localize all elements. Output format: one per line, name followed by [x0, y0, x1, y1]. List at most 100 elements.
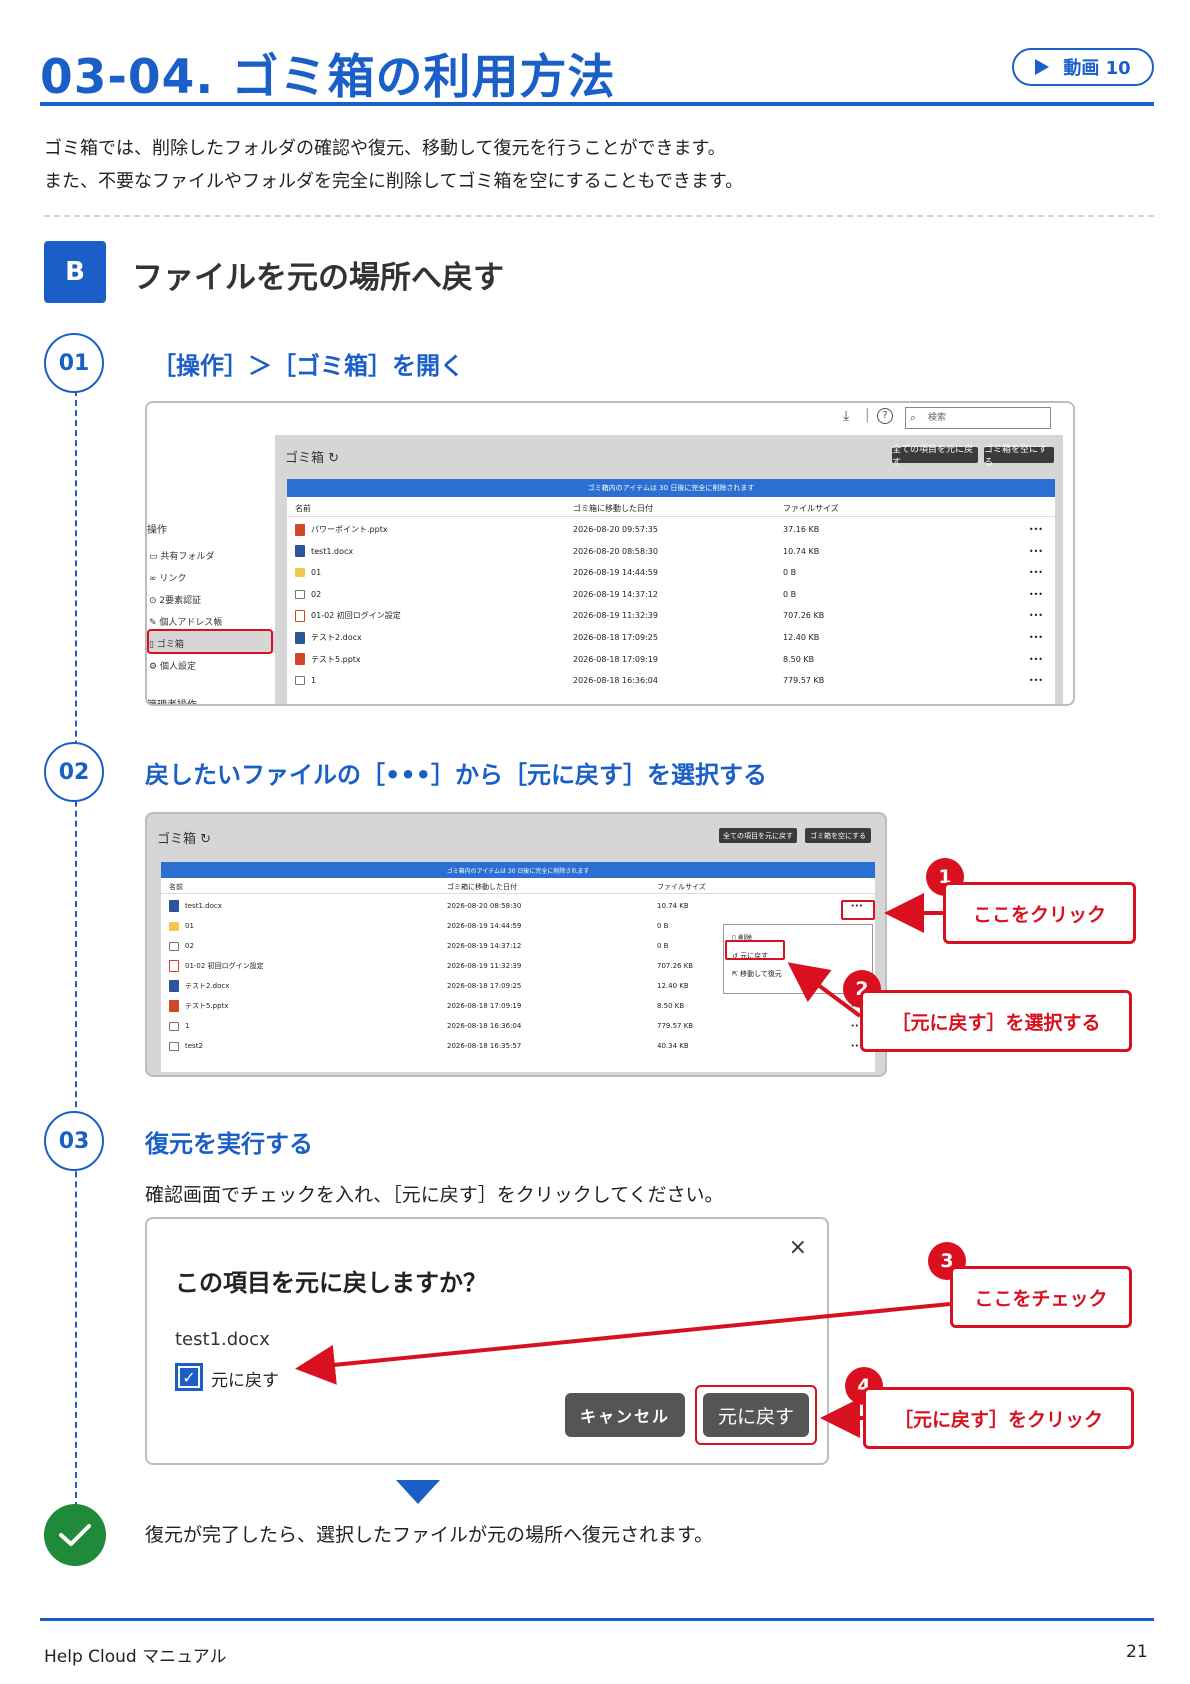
cancel-button[interactable]: キャンセル: [565, 1393, 685, 1437]
more-button[interactable]: •••: [1029, 605, 1043, 627]
file-name: 02: [169, 936, 194, 956]
word-icon: [169, 980, 179, 992]
file-size: 0 B: [783, 568, 797, 578]
help-icon[interactable]: ?: [877, 408, 893, 424]
sidebar-item-settings[interactable]: ⚙ 個人設定: [149, 659, 196, 672]
restore-all-button[interactable]: 全ての項目を元に戻す: [719, 828, 797, 843]
sidebar-item-shared-folder[interactable]: ▭ 共有フォルダ: [149, 549, 214, 562]
search-icon: ⌕: [910, 411, 917, 424]
table-row[interactable]: パワーポイント.pptx 2026-08-20 09:57:35 37.16 KB •…: [287, 519, 1055, 541]
empty-trash-button[interactable]: ゴミ箱を空にする: [805, 828, 871, 843]
ppt-icon: [295, 653, 305, 666]
file-name: テスト2.docx: [295, 627, 362, 649]
callout-2: ［元に戻す］を選択する: [860, 990, 1132, 1052]
more-button[interactable]: •••: [1029, 670, 1043, 692]
play-icon: [1035, 59, 1050, 75]
footer-title: Help Cloud マニュアル: [44, 1647, 227, 1667]
file-date: 2026-08-18 17:09:25: [447, 982, 522, 990]
file-size: 10.74 KB: [657, 902, 689, 910]
menu-item-move-restore[interactable]: ⇱ 移動して復元: [732, 969, 782, 979]
file-date: 2026-08-18 17:09:19: [573, 654, 658, 664]
more-button[interactable]: •••: [1029, 519, 1043, 541]
sidebar-heading: 操作: [147, 525, 167, 536]
file-date: 2026-08-20 09:57:35: [573, 525, 658, 534]
check-icon: [44, 1504, 106, 1566]
dialog-file-name: test1.docx: [175, 1329, 270, 1350]
table-row[interactable]: 02 2026-08-19 14:37:12 0 B •••: [287, 584, 1055, 606]
file-date: 2026-08-19 14:37:12: [447, 942, 522, 950]
highlight-restore-item: [725, 940, 785, 960]
trash-menu-screenshot: ゴミ箱 ↻ 全ての項目を元に戻す ゴミ箱を空にする ゴミ箱内のアイテムは 30 …: [145, 812, 887, 1077]
ppt-icon: [295, 523, 305, 536]
table-row[interactable]: 01 2026-08-19 14:44:59 0 B •••: [287, 562, 1055, 584]
step-03-title: 復元を実行する: [145, 1130, 313, 1158]
table-row[interactable]: test2 2026-08-18 16:35:57 40.34 KB •••: [161, 1036, 875, 1056]
highlight-more-button: [841, 900, 875, 920]
word-icon: [169, 900, 179, 912]
pdf-icon: [169, 960, 179, 972]
file-name: 01-02 初回ログイン設定: [295, 605, 401, 627]
file-date: 2026-08-20 08:58:30: [447, 902, 522, 910]
restore-all-button[interactable]: 全ての項目を元に戻す: [892, 445, 978, 468]
step-timeline: [75, 370, 77, 1508]
refresh-icon[interactable]: ↻: [328, 451, 339, 466]
toolbar-divider: |: [865, 407, 870, 423]
table-row[interactable]: 1 2026-08-18 16:36:04 779.57 KB •••: [287, 670, 1055, 692]
close-icon[interactable]: ×: [789, 1235, 807, 1260]
refresh-icon[interactable]: ↻: [200, 832, 211, 847]
link-icon: ∞: [149, 574, 157, 584]
table-row[interactable]: テスト2.docx 2026-08-18 17:09:25 12.40 KB •••: [287, 627, 1055, 649]
sidebar-item-2fa[interactable]: ⊙ 2要素認証: [149, 593, 201, 606]
table-row[interactable]: 01-02 初回ログイン設定 2026-08-19 11:32:39 707.26 …: [287, 605, 1055, 627]
callout-3: ここをチェック: [950, 1266, 1132, 1328]
empty-trash-button[interactable]: ゴミ箱を空にする: [984, 445, 1054, 468]
more-button[interactable]: •••: [1029, 627, 1043, 649]
step-01-number: 01: [44, 333, 104, 393]
word-icon: [295, 545, 305, 558]
file-size: 8.50 KB: [657, 1002, 685, 1010]
restore-checkbox[interactable]: ✓: [175, 1363, 203, 1391]
file-size: 10.74 KB: [783, 546, 820, 556]
title-rule: [40, 102, 1154, 106]
folder-icon: [169, 921, 179, 931]
table-row[interactable]: test1.docx 2026-08-20 08:58:30 10.74 KB •••: [161, 896, 875, 916]
file-date: 2026-08-18 16:36:04: [573, 676, 658, 686]
result-text: 復元が完了したら、選択したファイルが元の場所へ復元されます。: [145, 1524, 714, 1546]
page-number: 21: [1126, 1642, 1148, 1662]
download-icon[interactable]: ⤓: [843, 408, 849, 424]
section-badge: B: [44, 241, 106, 303]
table-row[interactable]: テスト5.pptx2026-08-18 17:09:198.50 KB•••: [161, 996, 875, 1016]
file-name: テスト5.pptx: [169, 996, 228, 1016]
file-date: 2026-08-20 08:58:30: [573, 546, 658, 556]
more-button[interactable]: •••: [1029, 649, 1043, 671]
lock-icon: ⊙: [149, 596, 157, 606]
file-name: 01: [295, 562, 321, 584]
table-row[interactable]: test1.docx 2026-08-20 08:58:30 10.74 KB •••: [287, 541, 1055, 563]
page-title: 03-04. ゴミ箱の利用方法: [40, 50, 616, 105]
step-01-title: ［操作］＞［ゴミ箱］を開く: [152, 352, 464, 380]
folder-icon: [295, 568, 305, 578]
sidebar-item-address-book[interactable]: ✎ 個人アドレス帳: [149, 615, 222, 628]
sidebar-item-link[interactable]: ∞ リンク: [149, 571, 186, 584]
file-size: 779.57 KB: [657, 1022, 694, 1030]
file-size: 12.40 KB: [783, 633, 820, 642]
video-badge[interactable]: 動画 10: [1012, 48, 1154, 86]
edit-icon: ✎: [149, 618, 157, 628]
more-button[interactable]: •••: [1029, 541, 1043, 563]
down-arrow-icon: [396, 1480, 440, 1504]
section-divider: [44, 215, 1154, 217]
check-icon: ✓: [182, 1367, 196, 1387]
file-size: 0 B: [657, 942, 669, 950]
more-button[interactable]: •••: [1029, 562, 1043, 584]
trash-table: ゴミ箱内のアイテムは 30 日後に完全に削除されます 名前 ゴミ箱に移動した日付…: [287, 479, 1055, 704]
file-size: 779.57 KB: [783, 676, 825, 686]
sidebar: 操作 ▭ 共有フォルダ ∞ リンク ⊙ 2要素認証 ✎ 個人アドレス帳 ▯ ゴミ…: [147, 435, 275, 704]
restore-dialog: × この項目を元に戻しますか？ test1.docx ✓ 元に戻す キャンセル …: [145, 1217, 829, 1465]
more-button[interactable]: •••: [1029, 584, 1043, 606]
search-input[interactable]: ⌕ 検索: [905, 407, 1051, 429]
table-row[interactable]: 1 2026-08-18 16:36:04 779.57 KB •••: [161, 1016, 875, 1036]
word-icon: [295, 631, 305, 644]
restore-checkbox-label: 元に戻す: [211, 1371, 279, 1391]
file-name: テスト2.docx: [169, 976, 229, 996]
table-row[interactable]: テスト5.pptx2026-08-18 17:09:198.50 KB•••: [287, 649, 1055, 671]
